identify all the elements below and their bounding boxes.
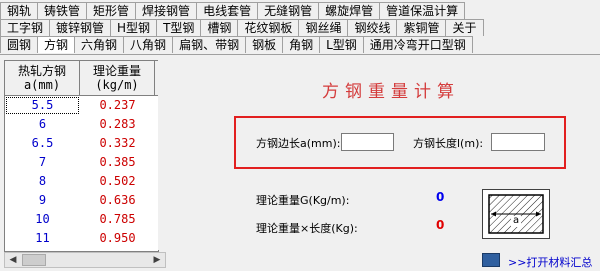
table-row[interactable]: 11 0.950 (5, 229, 158, 248)
tab-r3-3[interactable]: 八角钢 (123, 36, 174, 53)
tab-r2-8[interactable]: 紫铜管 (396, 19, 447, 36)
tab-r1-7[interactable]: 管道保温计算 (379, 2, 466, 19)
header-weight[interactable]: 理论重量 (kg/m) (80, 61, 155, 95)
tab-r2-7[interactable]: 钢绞线 (347, 19, 398, 36)
tab-r3-0[interactable]: 圆钢 (0, 36, 39, 53)
table-row[interactable]: 10 0.785 (5, 210, 158, 229)
tab-r2-3[interactable]: T型钢 (156, 19, 202, 36)
tab-r3-4[interactable]: 扁钢、带钢 (172, 36, 247, 53)
length-input[interactable] (491, 133, 545, 151)
tab-r3-2[interactable]: 六角钢 (74, 36, 125, 53)
total-weight-label: 理论重量×长度(Kg): (256, 222, 358, 235)
scroll-left-icon[interactable]: ◀ (5, 253, 21, 267)
materials-icon[interactable] (482, 253, 500, 267)
tab-r2-0[interactable]: 工字钢 (0, 19, 51, 36)
size-cell[interactable]: 6.5 (5, 134, 80, 153)
size-cell[interactable]: 6 (5, 115, 80, 134)
size-cell[interactable]: 9 (5, 191, 80, 210)
weight-cell[interactable]: 0.950 (80, 229, 155, 248)
table-row[interactable]: 8 0.502 (5, 172, 158, 191)
weight-cell[interactable]: 0.636 (80, 191, 155, 210)
tab-r3-7[interactable]: L型钢 (319, 36, 364, 53)
weight-cell[interactable]: 0.385 (80, 153, 155, 172)
tab-r3-5[interactable]: 钢板 (245, 36, 284, 53)
length-label: 方钢长度l(m): (413, 137, 484, 150)
grid-vertical-scrollbar[interactable] (158, 60, 166, 250)
grid-header: 热轧方钢 a(mm) 理论重量 (kg/m) (5, 61, 158, 96)
tab-r2-1[interactable]: 镀锌钢管 (49, 19, 112, 36)
tab-row-1: 钢轨 铸铁管 矩形管 焊接钢管 电线套管 无缝钢管 螺旋焊管 管道保温计算 (0, 2, 466, 20)
weight-cell[interactable]: 0.332 (80, 134, 155, 153)
tab-r1-5[interactable]: 无缝钢管 (257, 2, 320, 19)
size-cell[interactable]: 7 (5, 153, 80, 172)
tab-r1-0[interactable]: 钢轨 (0, 2, 39, 19)
open-materials-summary-link[interactable]: >>打开材料汇总 (508, 254, 592, 270)
size-cell[interactable]: 5.5 (5, 96, 80, 115)
table-row[interactable]: 6.5 0.332 (5, 134, 158, 153)
tab-r3-6[interactable]: 角钢 (282, 36, 321, 53)
tab-r1-6[interactable]: 螺旋焊管 (318, 2, 381, 19)
diagram-label: a (513, 215, 520, 226)
side-length-input[interactable] (341, 133, 394, 151)
table-row[interactable]: 6 0.283 (5, 115, 158, 134)
tab-r2-4[interactable]: 槽钢 (200, 19, 239, 36)
size-cell[interactable]: 10 (5, 210, 80, 229)
tab-r2-5[interactable]: 花纹钢板 (237, 19, 300, 36)
tab-r3-8[interactable]: 通用冷弯开口型钢 (362, 36, 473, 53)
grid-horizontal-scrollbar[interactable]: ◀ ▶ (4, 252, 166, 268)
total-weight-value: 0 (436, 218, 445, 232)
side-length-label: 方钢边长a(mm): (256, 137, 341, 150)
tab-r1-3[interactable]: 焊接钢管 (135, 2, 198, 19)
table-row[interactable]: 9 0.636 (5, 191, 158, 210)
size-cell[interactable]: 8 (5, 172, 80, 191)
weight-cell[interactable]: 0.785 (80, 210, 155, 229)
size-cell[interactable]: 11 (5, 229, 80, 248)
weight-cell[interactable]: 0.502 (80, 172, 155, 191)
scroll-right-icon[interactable]: ▶ (149, 253, 165, 267)
table-row[interactable]: 7 0.385 (5, 153, 158, 172)
calc-title: 方钢重量计算 (322, 82, 460, 102)
grid-body: 5.5 0.237 6 0.283 6.5 0.332 7 0.385 8 0.502 9 0.636… (5, 96, 158, 251)
tab-r1-1[interactable]: 铸铁管 (37, 2, 88, 19)
tab-r2-2[interactable]: H型钢 (110, 19, 158, 36)
weight-label: 理论重量G(Kg/m): (256, 194, 350, 207)
scroll-thumb[interactable] (22, 254, 46, 266)
tab-r2-6[interactable]: 钢丝绳 (298, 19, 349, 36)
tab-row-3: 圆钢 方钢 六角钢 八角钢 扁钢、带钢 钢板 角钢 L型钢 通用冷弯开口型钢 (0, 36, 473, 54)
tab-r1-4[interactable]: 电线套管 (196, 2, 259, 19)
table-row[interactable]: 5.5 0.237 (5, 96, 158, 115)
tab-r1-2[interactable]: 矩形管 (86, 2, 137, 19)
weight-value: 0 (436, 190, 445, 204)
tab-r2-9[interactable]: 关于 (445, 19, 484, 36)
data-grid[interactable]: 热轧方钢 a(mm) 理论重量 (kg/m) 5.5 0.237 6 0.283 6.5… (4, 60, 159, 252)
weight-cell[interactable]: 0.283 (80, 115, 155, 134)
square-bar-diagram: a (482, 189, 550, 239)
tab-row-2: 工字钢 镀锌钢管 H型钢 T型钢 槽钢 花纹钢板 钢丝绳 钢绞线 紫铜管 关于 (0, 19, 484, 37)
tab-r3-1[interactable]: 方钢 (37, 36, 76, 53)
header-size[interactable]: 热轧方钢 a(mm) (5, 61, 80, 95)
weight-cell[interactable]: 0.237 (80, 96, 155, 115)
